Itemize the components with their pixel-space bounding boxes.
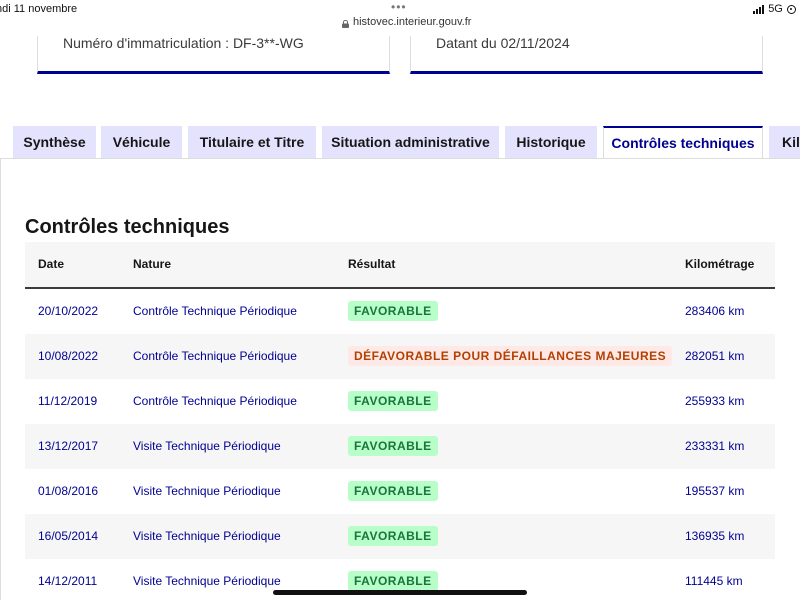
row-nature: Visite Technique Périodique <box>133 484 281 498</box>
result-badge: DÉFAVORABLE POUR DÉFAILLANCES MAJEURES <box>348 346 672 366</box>
row-date: 01/08/2016 <box>38 484 98 498</box>
result-badge: FAVORABLE <box>348 481 438 501</box>
more-dots-icon[interactable]: ••• <box>391 0 407 14</box>
report-date: Datant du 02/11/2024 <box>436 35 570 51</box>
table-row: 16/05/2014 Visite Technique Périodique FAV… <box>25 514 775 559</box>
tab-synthese[interactable]: Synthèse <box>13 126 96 158</box>
row-date: 13/12/2017 <box>38 439 98 453</box>
report-date-card: Datant du 02/11/2024 <box>410 36 763 74</box>
row-nature: Contrôle Technique Périodique <box>133 349 297 363</box>
table-row: 13/12/2017 Visite Technique Périodique FAV… <box>25 424 775 469</box>
row-date: 16/05/2014 <box>38 529 98 543</box>
row-km: 233331 km <box>685 439 744 453</box>
table-header: Date Nature Résultat Kilométrage <box>25 242 775 289</box>
row-date: 14/12/2011 <box>38 574 97 588</box>
row-nature: Contrôle Technique Périodique <box>133 394 297 408</box>
tab-vehicule[interactable]: Véhicule <box>101 126 182 158</box>
header-date: Date <box>38 257 64 271</box>
row-date: 20/10/2022 <box>38 304 98 318</box>
header-km: Kilométrage <box>685 257 754 271</box>
lock-icon <box>342 19 349 27</box>
status-indicators: 5G 5 <box>753 3 800 15</box>
result-badge: FAVORABLE <box>348 526 438 546</box>
row-date: 11/12/2019 <box>38 394 97 408</box>
controls-table: Date Nature Résultat Kilométrage 20/10/2… <box>25 242 775 604</box>
result-badge: FAVORABLE <box>348 301 438 321</box>
tab-kilometrage[interactable]: Kil <box>769 126 800 158</box>
network-label: 5G <box>768 3 783 15</box>
status-bar: ndi 11 novembre ••• histovec.interieur.g… <box>0 0 800 36</box>
table-row: 14/12/2011 Visite Technique Périodique FAV… <box>25 559 775 604</box>
tab-situation-administrative[interactable]: Situation administrative <box>322 126 499 158</box>
table-row: 10/08/2022 Contrôle Technique Périodique D… <box>25 334 775 379</box>
tab-bar: Synthèse Véhicule Titulaire et Titre Sit… <box>0 126 800 158</box>
row-nature: Visite Technique Périodique <box>133 439 281 453</box>
row-km: 283406 km <box>685 304 744 318</box>
registration-number: Numéro d'immatriculation : DF-3**-WG <box>63 35 304 51</box>
row-nature: Contrôle Technique Périodique <box>133 304 297 318</box>
address-url: histovec.interieur.gouv.fr <box>353 16 471 28</box>
result-badge: FAVORABLE <box>348 571 438 591</box>
table-row: 01/08/2016 Visite Technique Périodique FAV… <box>25 469 775 514</box>
row-nature: Visite Technique Périodique <box>133 574 281 588</box>
row-km: 195537 km <box>685 484 744 498</box>
section-title: Contrôles techniques <box>25 216 229 239</box>
row-km: 136935 km <box>685 529 744 543</box>
tab-controles-techniques[interactable]: Contrôles techniques <box>603 126 763 158</box>
signal-icon <box>753 5 764 14</box>
row-km: 111445 km <box>685 574 743 588</box>
tab-historique[interactable]: Historique <box>505 126 597 158</box>
status-time: ndi 11 novembre <box>0 3 77 15</box>
result-badge: FAVORABLE <box>348 391 438 411</box>
row-nature: Visite Technique Périodique <box>133 529 281 543</box>
tab-titulaire-titre[interactable]: Titulaire et Titre <box>188 126 316 158</box>
hotspot-icon <box>787 5 796 14</box>
address-bar[interactable]: histovec.interieur.gouv.fr <box>342 16 471 28</box>
row-date: 10/08/2022 <box>38 349 98 363</box>
header-nature: Nature <box>133 257 171 271</box>
table-body: 20/10/2022 Contrôle Technique Périodique F… <box>25 289 775 604</box>
result-badge: FAVORABLE <box>348 436 438 456</box>
registration-card: Numéro d'immatriculation : DF-3**-WG <box>37 36 390 74</box>
table-row: 20/10/2022 Contrôle Technique Périodique F… <box>25 289 775 334</box>
home-indicator[interactable] <box>273 590 527 595</box>
table-row: 11/12/2019 Contrôle Technique Périodique F… <box>25 379 775 424</box>
row-km: 255933 km <box>685 394 744 408</box>
header-result: Résultat <box>348 257 395 271</box>
row-km: 282051 km <box>685 349 744 363</box>
